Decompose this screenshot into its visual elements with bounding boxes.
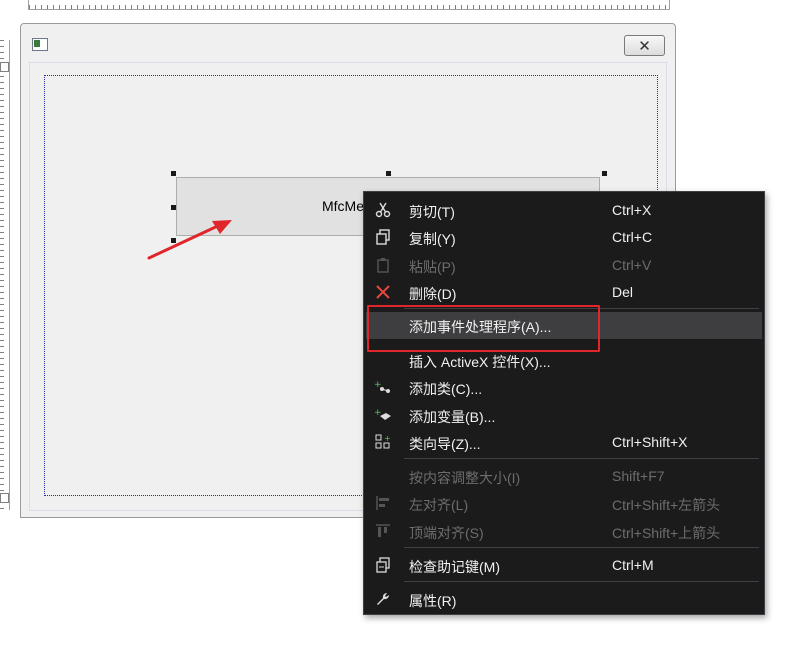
horizontal-ruler <box>28 0 670 10</box>
add-class-icon: + <box>374 378 392 396</box>
close-button[interactable]: ✕ <box>624 35 665 56</box>
align-left-icon <box>374 494 392 512</box>
delete-x-icon <box>374 283 392 301</box>
wrench-icon <box>374 590 392 608</box>
menu-item-add-variable[interactable]: + 添加变量(B)... <box>366 402 762 429</box>
menu-separator <box>404 581 759 582</box>
align-top-icon <box>374 522 392 540</box>
menu-item-cut[interactable]: 剪切(T) Ctrl+X <box>366 197 762 224</box>
copy-icon <box>374 228 392 246</box>
menu-item-class-wizard[interactable]: + 类向导(Z)... Ctrl+Shift+X <box>366 429 762 456</box>
menu-item-properties[interactable]: 属性(R) <box>366 586 762 613</box>
menu-item-copy[interactable]: 复制(Y) Ctrl+C <box>366 224 762 251</box>
context-menu: 剪切(T) Ctrl+X 复制(Y) Ctrl+C 粘贴(P) Ctrl+V 删… <box>363 191 765 615</box>
window-app-icon <box>32 38 48 51</box>
menu-separator <box>404 458 759 459</box>
menu-item-size-to-content[interactable]: 按内容调整大小(I) Shift+F7 <box>366 463 762 490</box>
resize-handle[interactable] <box>386 171 391 176</box>
menu-item-paste[interactable]: 粘贴(P) Ctrl+V <box>366 252 762 279</box>
add-variable-icon: + <box>374 406 392 424</box>
close-icon: ✕ <box>638 37 651 55</box>
resize-handle[interactable] <box>602 171 607 176</box>
resize-handle[interactable] <box>171 205 176 210</box>
scissors-icon <box>374 201 392 219</box>
menu-item-align-left[interactable]: 左对齐(L) Ctrl+Shift+左箭头 <box>366 490 762 517</box>
menu-item-check-mnemonics[interactable]: 检查助记键(M) Ctrl+M <box>366 552 762 579</box>
menu-item-align-top[interactable]: 顶端对齐(S) Ctrl+Shift+上箭头 <box>366 518 762 545</box>
annotation-arrow-icon <box>147 220 232 260</box>
class-wizard-icon: + <box>374 433 392 451</box>
dialog-titlebar: ✕ <box>21 24 675 62</box>
highlight-annotation-box <box>367 305 600 352</box>
check-mnemonics-icon <box>374 556 392 574</box>
paste-icon <box>374 256 392 274</box>
svg-text:+: + <box>384 434 391 443</box>
menu-separator <box>404 547 759 548</box>
resize-handle[interactable] <box>171 171 176 176</box>
vertical-ruler <box>0 40 10 510</box>
menu-item-add-class[interactable]: + 添加类(C)... <box>366 374 762 401</box>
ruler-guide-marker[interactable] <box>0 493 9 503</box>
menu-item-delete[interactable]: 删除(D) Del <box>366 279 762 306</box>
ruler-guide-marker[interactable] <box>0 62 9 72</box>
svg-text:+: + <box>374 408 382 418</box>
mfc-button-label: MfcMe <box>322 198 364 214</box>
